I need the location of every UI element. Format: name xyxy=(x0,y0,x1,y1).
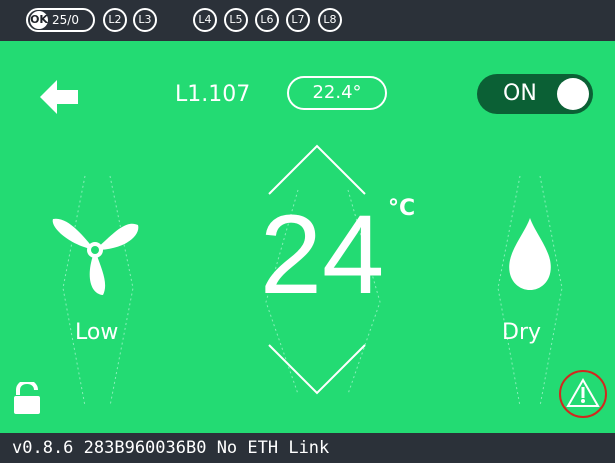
mode-guide-lines xyxy=(497,175,563,407)
room-name: L1.107 xyxy=(175,82,251,107)
load-l6[interactable]: L6 xyxy=(255,8,279,32)
load-l5[interactable]: L5 xyxy=(224,8,248,32)
droplet-icon[interactable] xyxy=(507,218,553,290)
status-bar: OK 25/0 L2 L3 L4 L5 L6 L7 L8 xyxy=(0,0,615,41)
load-l2[interactable]: L2 xyxy=(103,8,127,32)
current-temperature: 22.4° xyxy=(287,76,387,110)
load-l3[interactable]: L3 xyxy=(133,8,157,32)
load-l8[interactable]: L8 xyxy=(318,8,342,32)
power-label: ON xyxy=(503,81,537,106)
chevron-up-icon[interactable] xyxy=(267,142,367,197)
temperature-unit: °C xyxy=(388,196,416,221)
unlock-icon[interactable] xyxy=(14,382,40,414)
ok-status-pill[interactable]: OK 25/0 xyxy=(26,8,95,32)
load-l7[interactable]: L7 xyxy=(286,8,310,32)
chevron-down-icon[interactable] xyxy=(267,342,367,397)
ok-value: 25/0 xyxy=(52,13,79,27)
footer-status-bar: v0.8.6 283B960036B0 No ETH Link xyxy=(0,433,615,463)
power-toggle[interactable]: ON xyxy=(477,74,593,114)
back-arrow-icon[interactable] xyxy=(40,80,78,114)
alert-icon xyxy=(566,377,600,407)
mode-label[interactable]: Dry xyxy=(502,320,541,345)
fan-speed-label[interactable]: Low xyxy=(75,320,118,345)
firmware-device-status: v0.8.6 283B960036B0 No ETH Link xyxy=(12,438,330,458)
toggle-knob xyxy=(557,78,589,110)
fan-icon[interactable] xyxy=(50,205,140,295)
load-l4[interactable]: L4 xyxy=(193,8,217,32)
alert-button[interactable] xyxy=(559,370,607,418)
ok-badge: OK xyxy=(30,11,48,29)
temperature-setpoint: 24 xyxy=(259,192,385,317)
